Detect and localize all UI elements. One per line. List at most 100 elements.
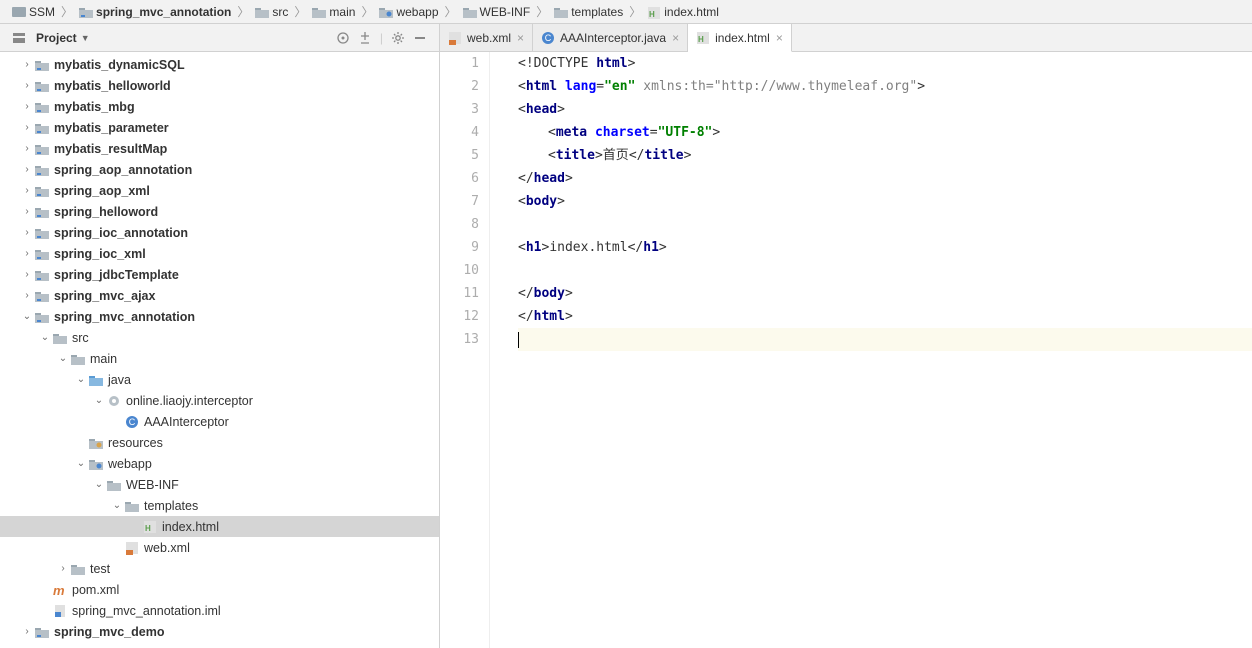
module-icon	[34, 163, 50, 177]
t: title	[644, 148, 683, 163]
tree-node[interactable]: resources	[0, 432, 439, 453]
code-content[interactable]: <!DOCTYPE html> <html lang="en" xmlns:th…	[490, 52, 1252, 648]
t: index.html	[549, 240, 627, 255]
tree-node[interactable]: ›mybatis_helloworld	[0, 75, 439, 96]
tree-arrow-icon[interactable]: ⌄	[92, 479, 106, 490]
tree-arrow-icon[interactable]: ›	[20, 206, 34, 217]
tree-node[interactable]: ⌄online.liaojy.interceptor	[0, 390, 439, 411]
line-number: 12	[440, 305, 479, 328]
tree-node[interactable]: ›spring_mvc_demo	[0, 621, 439, 642]
tree-node[interactable]: ⌄WEB-INF	[0, 474, 439, 495]
project-tree[interactable]: ›mybatis_dynamicSQL›mybatis_helloworld›m…	[0, 52, 439, 648]
breadcrumb-label: templates	[571, 5, 623, 19]
tree-node[interactable]: CAAAInterceptor	[0, 411, 439, 432]
t: lang	[565, 79, 596, 94]
tree-node[interactable]: ›spring_aop_xml	[0, 180, 439, 201]
tree-node[interactable]: Hindex.html	[0, 516, 439, 537]
editor-tab[interactable]: CAAAInterceptor.java×	[533, 24, 688, 51]
tree-node[interactable]: ›spring_mvc_ajax	[0, 285, 439, 306]
tree-arrow-icon[interactable]: ›	[20, 248, 34, 259]
t: >	[659, 240, 667, 255]
tree-node[interactable]: ›mybatis_dynamicSQL	[0, 54, 439, 75]
t: "UTF-8"	[658, 125, 713, 140]
tree-arrow-icon[interactable]: ›	[20, 269, 34, 280]
tree-node[interactable]: ›mybatis_parameter	[0, 117, 439, 138]
editor-tab[interactable]: Hindex.html×	[688, 24, 792, 52]
tree-arrow-icon[interactable]: ›	[20, 143, 34, 154]
breadcrumb-item[interactable]: SSM	[8, 5, 59, 19]
t: head	[526, 102, 557, 117]
tree-arrow-icon[interactable]: ›	[20, 626, 34, 637]
tree-label: test	[90, 562, 110, 576]
breadcrumb-item[interactable]: Hindex.html	[643, 5, 723, 19]
tree-node[interactable]: ›spring_jdbcTemplate	[0, 264, 439, 285]
tree-node[interactable]: ⌄src	[0, 327, 439, 348]
close-icon[interactable]: ×	[776, 31, 783, 45]
tree-label: AAAInterceptor	[144, 415, 229, 429]
code-editor[interactable]: 12345678910111213 <!DOCTYPE html> <html …	[440, 52, 1252, 648]
tree-node[interactable]: ⌄webapp	[0, 453, 439, 474]
t: <	[518, 79, 526, 94]
breadcrumb-label: webapp	[396, 5, 438, 19]
tree-arrow-icon[interactable]: ›	[20, 185, 34, 196]
tree-node[interactable]: ⌄templates	[0, 495, 439, 516]
tree-node[interactable]: web.xml	[0, 537, 439, 558]
breadcrumb-item[interactable]: main	[308, 5, 359, 19]
hide-icon[interactable]	[409, 27, 431, 49]
editor-tab[interactable]: web.xml×	[440, 24, 533, 51]
tree-arrow-icon[interactable]: ›	[20, 227, 34, 238]
tree-arrow-icon[interactable]: ›	[20, 80, 34, 91]
folder-icon	[124, 499, 140, 513]
tree-arrow-icon[interactable]: ›	[20, 122, 34, 133]
t: title	[556, 148, 595, 163]
close-icon[interactable]: ×	[517, 31, 524, 45]
breadcrumb-item[interactable]: spring_mvc_annotation	[75, 5, 235, 19]
tree-arrow-icon[interactable]: ⌄	[74, 374, 88, 385]
tree-node[interactable]: › mybatis_mbg	[0, 96, 439, 117]
tree-arrow-icon[interactable]: ›	[20, 290, 34, 301]
t: </	[518, 286, 534, 301]
expand-all-icon[interactable]	[354, 27, 376, 49]
tree-arrow-icon[interactable]: ⌄	[20, 311, 34, 322]
project-dropdown[interactable]: Project▼	[30, 31, 96, 45]
breadcrumb-separator: 〉	[627, 3, 643, 20]
t: body	[526, 194, 557, 209]
breadcrumb-item[interactable]: src	[251, 5, 292, 19]
project-view-icon[interactable]	[8, 27, 30, 49]
locate-icon[interactable]	[332, 27, 354, 49]
breadcrumb-item[interactable]: templates	[550, 5, 627, 19]
line-number: 6	[440, 167, 479, 190]
tree-node[interactable]: ›mybatis_resultMap	[0, 138, 439, 159]
tree-node[interactable]: ⌄main	[0, 348, 439, 369]
tree-arrow-icon[interactable]: ›	[20, 59, 34, 70]
tree-arrow-icon[interactable]: ›	[20, 101, 34, 112]
tree-node[interactable]: ›spring_helloword	[0, 201, 439, 222]
line-number: 2	[440, 75, 479, 98]
t: charset	[595, 125, 650, 140]
tree-arrow-icon[interactable]: ⌄	[56, 353, 70, 364]
tree-node[interactable]: ›spring_ioc_annotation	[0, 222, 439, 243]
breadcrumb-item[interactable]: webapp	[375, 5, 442, 19]
tree-arrow-icon[interactable]: ›	[56, 563, 70, 574]
tree-arrow-icon[interactable]: ›	[20, 164, 34, 175]
close-icon[interactable]: ×	[672, 31, 679, 45]
settings-icon[interactable]	[387, 27, 409, 49]
tree-arrow-icon[interactable]: ⌄	[74, 458, 88, 469]
html-icon: H	[647, 6, 661, 18]
breadcrumb-item[interactable]: WEB-INF	[459, 5, 535, 19]
tree-label: mybatis_mbg	[54, 100, 135, 114]
tree-node[interactable]: ⌄spring_mvc_annotation	[0, 306, 439, 327]
tree-node[interactable]: › test	[0, 558, 439, 579]
module-icon	[34, 121, 50, 135]
tree-arrow-icon[interactable]: ⌄	[92, 395, 106, 406]
tree-node[interactable]: spring_mvc_annotation.iml	[0, 600, 439, 621]
folder-icon	[554, 6, 568, 18]
tree-label: spring_mvc_annotation.iml	[72, 604, 221, 618]
tree-arrow-icon[interactable]: ⌄	[110, 500, 124, 511]
module-icon	[34, 310, 50, 324]
tree-arrow-icon[interactable]: ⌄	[38, 332, 52, 343]
tree-node[interactable]: ›spring_ioc_xml	[0, 243, 439, 264]
tree-node[interactable]: ›spring_aop_annotation	[0, 159, 439, 180]
tree-node[interactable]: ⌄java	[0, 369, 439, 390]
tree-node[interactable]: mpom.xml	[0, 579, 439, 600]
